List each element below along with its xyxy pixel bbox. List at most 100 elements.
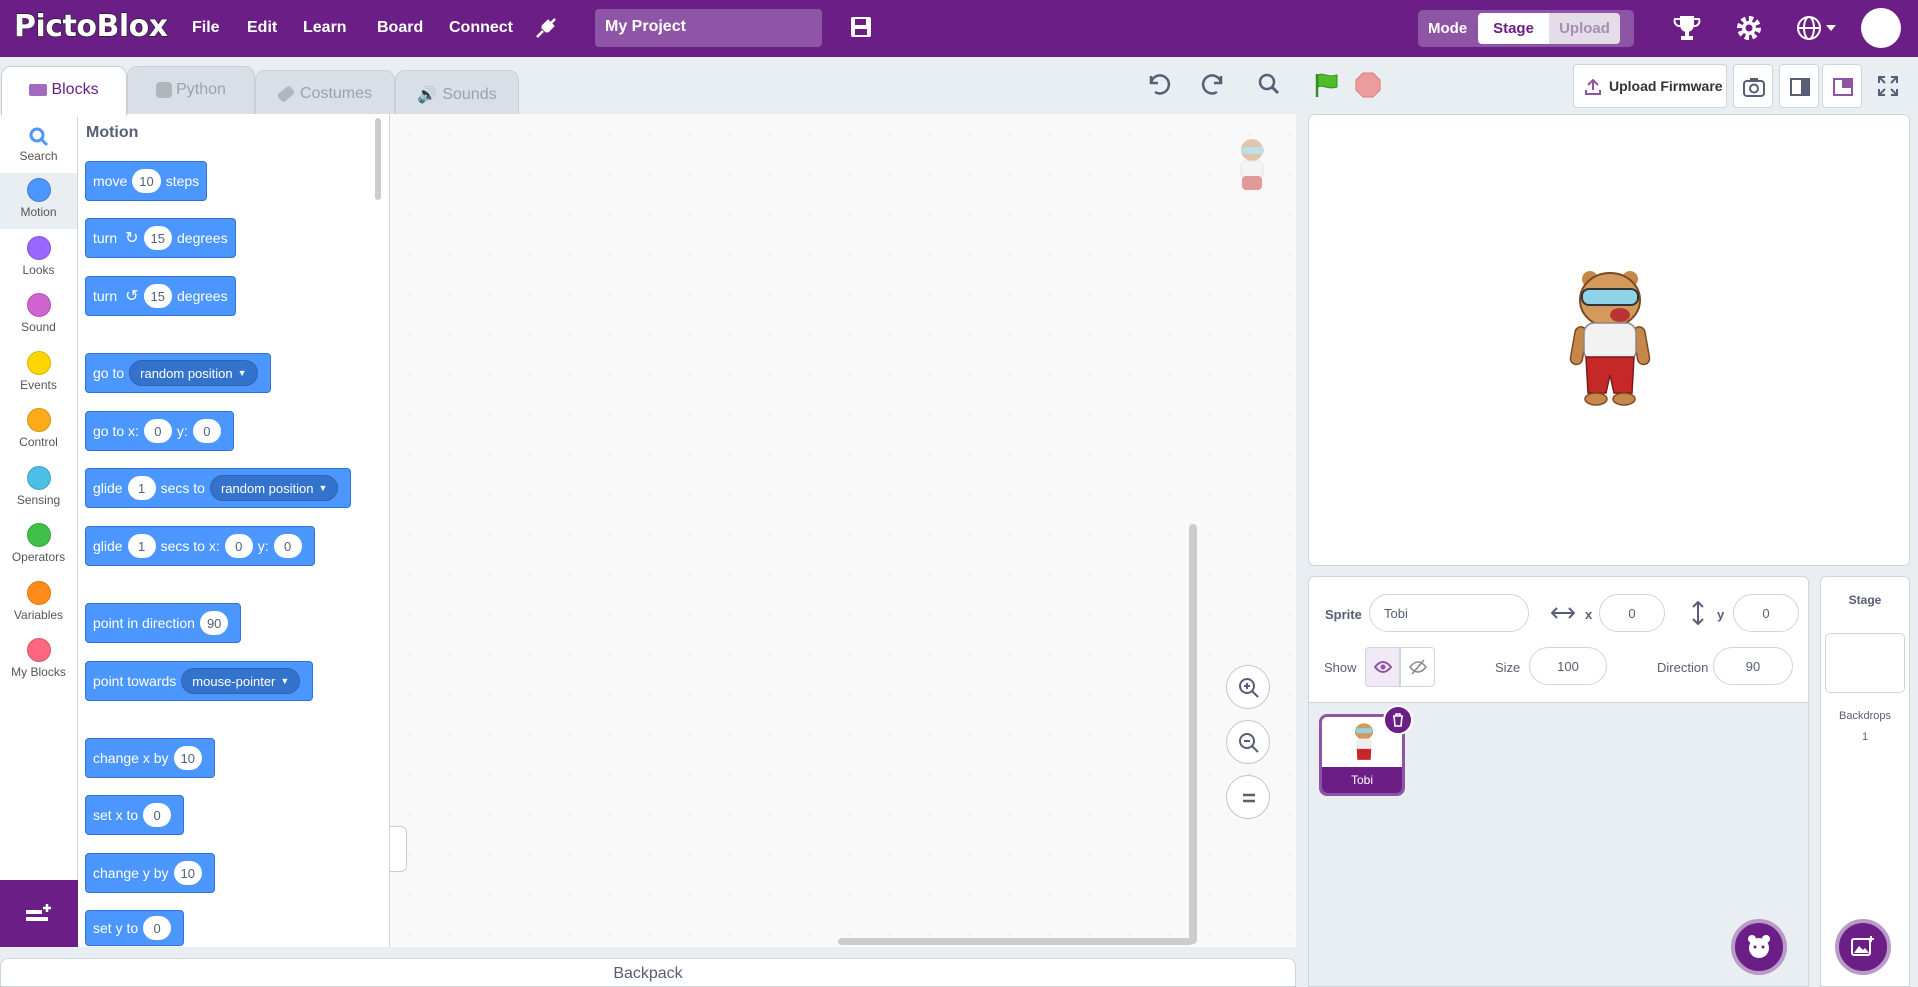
block-input[interactable]: 0 xyxy=(273,534,302,558)
block-dropdown[interactable]: random position ▼ xyxy=(209,475,339,501)
mode-stage-button[interactable]: Stage xyxy=(1478,13,1549,44)
block-input[interactable]: 90 xyxy=(199,611,229,635)
block-input[interactable]: 0 xyxy=(143,803,172,827)
sprite-label: Sprite xyxy=(1325,607,1362,622)
show-sprite-button[interactable] xyxy=(1365,647,1400,687)
tab-blocks[interactable]: Blocks xyxy=(1,66,127,116)
script-workspace[interactable] xyxy=(390,114,1296,947)
sprite-direction-input[interactable]: 90 xyxy=(1713,647,1793,685)
menu-connect[interactable]: Connect xyxy=(449,19,513,37)
sprite-info-panel: Sprite Tobi x 0 y 0 Show Size 100 Direct… xyxy=(1308,576,1809,987)
palette-scrollbar[interactable] xyxy=(375,118,381,200)
category-motion[interactable]: Motion xyxy=(0,173,77,229)
block-input[interactable]: 15 xyxy=(143,226,172,250)
category-my-blocks[interactable]: My Blocks xyxy=(0,633,77,689)
stage-canvas[interactable] xyxy=(1308,114,1910,566)
small-stage-button[interactable] xyxy=(1779,64,1819,108)
tobi-sprite[interactable] xyxy=(1564,265,1656,410)
block-input[interactable]: 0 xyxy=(224,534,253,558)
save-icon[interactable] xyxy=(850,16,872,38)
hide-sprite-button[interactable] xyxy=(1400,647,1435,687)
block-input[interactable]: 15 xyxy=(143,284,172,308)
tab-sounds[interactable]: 🔊 Sounds xyxy=(395,70,519,115)
block-turn-left[interactable]: turn ↺ 15 degrees xyxy=(85,276,236,316)
palette-collapse-handle[interactable] xyxy=(390,826,407,872)
block-move-steps[interactable]: move 10 steps xyxy=(85,161,208,201)
sprite-x-input[interactable]: 0 xyxy=(1599,594,1665,632)
block-set-x[interactable]: set x to 0 xyxy=(85,795,185,835)
redo-icon[interactable] xyxy=(1201,72,1227,96)
block-glide-to-xy[interactable]: glide 1 secs to x: 0 y: 0 xyxy=(85,526,315,566)
category-events[interactable]: Events xyxy=(0,346,77,402)
block-glide-to[interactable]: glide 1 secs to random position ▼ xyxy=(85,468,352,508)
upload-firmware-button[interactable]: Upload Firmware xyxy=(1573,64,1727,108)
block-dropdown[interactable]: mouse-pointer ▼ xyxy=(181,668,301,694)
small-stage-icon xyxy=(1790,78,1810,96)
fullscreen-button[interactable] xyxy=(1866,64,1910,108)
block-input[interactable]: 1 xyxy=(127,534,156,558)
category-sensing[interactable]: Sensing xyxy=(0,461,77,517)
sprite-y-input[interactable]: 0 xyxy=(1733,594,1799,632)
block-input[interactable]: 10 xyxy=(132,169,161,193)
workspace-vertical-scrollbar[interactable] xyxy=(1189,524,1197,944)
green-flag-icon[interactable] xyxy=(1314,72,1340,98)
workspace-horizontal-scrollbar[interactable] xyxy=(838,938,1193,945)
delete-sprite-button[interactable] xyxy=(1383,705,1413,735)
zoom-in-button[interactable] xyxy=(1226,665,1270,709)
language-globe-icon[interactable] xyxy=(1796,15,1838,41)
category-operators[interactable]: Operators xyxy=(0,518,77,574)
screenshot-button[interactable] xyxy=(1733,64,1773,108)
project-name-input[interactable]: My Project xyxy=(595,9,822,47)
sensing-color-dot xyxy=(26,466,51,490)
connect-plug-icon[interactable] xyxy=(533,15,559,41)
category-sound[interactable]: Sound xyxy=(0,288,77,344)
stop-icon[interactable] xyxy=(1355,72,1381,98)
block-go-to[interactable]: go to random position ▼ xyxy=(85,353,271,393)
category-looks[interactable]: Looks xyxy=(0,231,77,287)
backpack-panel[interactable]: Backpack xyxy=(0,958,1296,987)
menu-learn[interactable]: Learn xyxy=(303,19,347,37)
stage-selector-panel[interactable]: Stage Backdrops 1 xyxy=(1820,576,1910,987)
menu-file[interactable]: File xyxy=(192,19,220,37)
category-variables[interactable]: Variables xyxy=(0,576,77,632)
zoom-out-button[interactable] xyxy=(1226,720,1270,764)
tab-costumes[interactable]: Costumes xyxy=(255,70,395,115)
large-stage-button[interactable] xyxy=(1822,64,1862,108)
tab-python[interactable]: Python xyxy=(127,66,255,115)
category-control-label: Control xyxy=(19,435,58,449)
menu-edit[interactable]: Edit xyxy=(247,19,277,37)
category-search[interactable]: Search xyxy=(0,120,77,176)
category-control[interactable]: Control xyxy=(0,403,77,459)
block-turn-right[interactable]: turn ↻ 15 degrees xyxy=(85,218,236,258)
block-input[interactable]: 1 xyxy=(127,476,156,500)
choose-sprite-button[interactable] xyxy=(1731,919,1787,975)
add-extension-button[interactable] xyxy=(0,880,78,947)
search-icon[interactable] xyxy=(1257,72,1281,96)
sprite-name-input[interactable]: Tobi xyxy=(1369,594,1529,632)
choose-backdrop-button[interactable] xyxy=(1835,919,1891,975)
block-input[interactable]: 0 xyxy=(143,419,172,443)
block-change-y[interactable]: change y by 10 xyxy=(85,853,215,893)
block-change-x[interactable]: change x by 10 xyxy=(85,738,215,778)
block-dropdown[interactable]: random position ▼ xyxy=(129,360,258,386)
block-input[interactable]: 0 xyxy=(143,916,172,940)
block-point-in-direction[interactable]: point in direction 90 xyxy=(85,603,242,643)
sprite-size-input[interactable]: 100 xyxy=(1529,647,1607,685)
settings-gear-icon[interactable] xyxy=(1735,14,1763,42)
mode-upload-button[interactable]: Upload xyxy=(1549,13,1620,44)
block-input[interactable]: 10 xyxy=(173,861,202,885)
menu-board[interactable]: Board xyxy=(377,19,423,37)
block-go-to-xy[interactable]: go to x: 0 y: 0 xyxy=(85,411,234,451)
undo-icon[interactable] xyxy=(1145,72,1171,96)
block-input[interactable]: 10 xyxy=(173,746,202,770)
trophy-icon[interactable] xyxy=(1672,13,1702,43)
block-set-y[interactable]: set y to 0 xyxy=(85,910,185,946)
block-input[interactable]: 0 xyxy=(192,419,221,443)
block-point-towards[interactable]: point towards mouse-pointer ▼ xyxy=(85,661,314,701)
tab-blocks-label: Blocks xyxy=(51,81,99,98)
stage-backdrop-thumbnail[interactable] xyxy=(1825,633,1905,693)
zoom-reset-button[interactable] xyxy=(1226,775,1270,819)
block-text: point towards xyxy=(93,673,177,689)
choose-sprite-icon xyxy=(1748,935,1770,958)
user-avatar[interactable] xyxy=(1861,8,1901,48)
